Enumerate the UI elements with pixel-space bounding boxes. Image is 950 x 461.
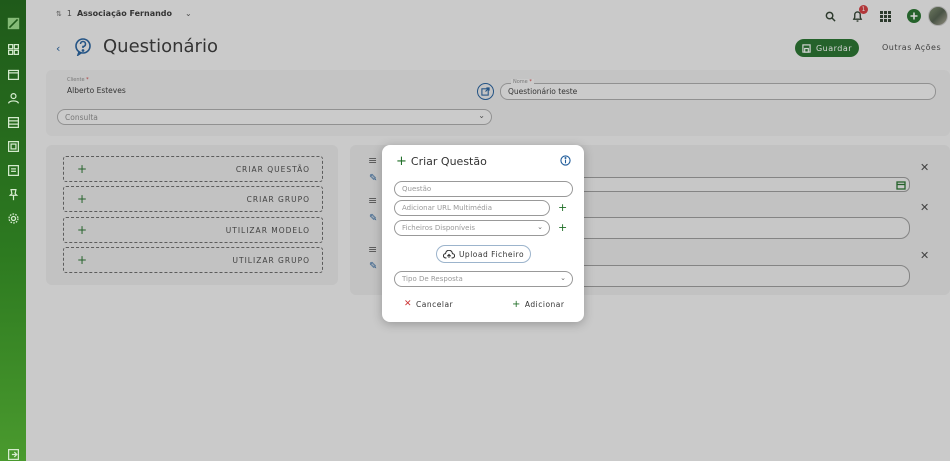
add-file-plus-icon[interactable]: + [558, 221, 567, 234]
chevron-down-icon: ⌄ [537, 223, 543, 231]
multimedia-url-placeholder: Adicionar URL Multimédia [402, 204, 492, 212]
create-question-dialog: + Criar Questão Questão Adicionar URL Mu… [382, 145, 584, 322]
upload-file-button[interactable]: Upload Ficheiro [436, 245, 531, 263]
settings-icon[interactable] [5, 210, 21, 226]
available-files-placeholder: Ficheiros Disponíveis [402, 224, 476, 232]
add-url-plus-icon[interactable]: + [558, 201, 567, 214]
available-files-select[interactable]: Ficheiros Disponíveis ⌄ [394, 220, 550, 236]
close-icon: ✕ [404, 299, 413, 309]
dashboard-icon[interactable] [5, 41, 21, 57]
calendar-icon[interactable] [5, 66, 21, 82]
question-input-placeholder: Questão [402, 185, 432, 193]
dialog-title: + Criar Questão [396, 154, 487, 169]
cloud-upload-icon [442, 249, 455, 258]
info-icon[interactable] [560, 155, 571, 166]
question-input[interactable]: Questão [394, 181, 573, 197]
document-icon[interactable] [5, 162, 21, 178]
answer-type-select[interactable]: Tipo De Resposta ⌄ [394, 271, 573, 287]
app-logo-icon[interactable] [5, 15, 21, 31]
cancel-button-label: Cancelar [416, 299, 454, 309]
pin-icon[interactable] [5, 186, 21, 202]
book-icon[interactable] [5, 138, 21, 154]
logout-icon[interactable] [5, 446, 21, 461]
chevron-down-icon: ⌄ [560, 274, 566, 282]
answer-type-placeholder: Tipo De Resposta [402, 275, 463, 283]
list-icon[interactable] [5, 114, 21, 130]
users-icon[interactable] [5, 90, 21, 106]
sidebar [0, 0, 26, 461]
plus-icon: + [512, 299, 521, 310]
add-button[interactable]: + Adicionar [512, 299, 564, 310]
plus-icon: + [396, 154, 407, 169]
cancel-button[interactable]: ✕ Cancelar [404, 299, 453, 309]
add-button-label: Adicionar [524, 300, 565, 309]
multimedia-url-input[interactable]: Adicionar URL Multimédia [394, 200, 550, 216]
upload-file-label: Upload Ficheiro [458, 249, 525, 259]
dialog-title-text: Criar Questão [410, 155, 487, 168]
